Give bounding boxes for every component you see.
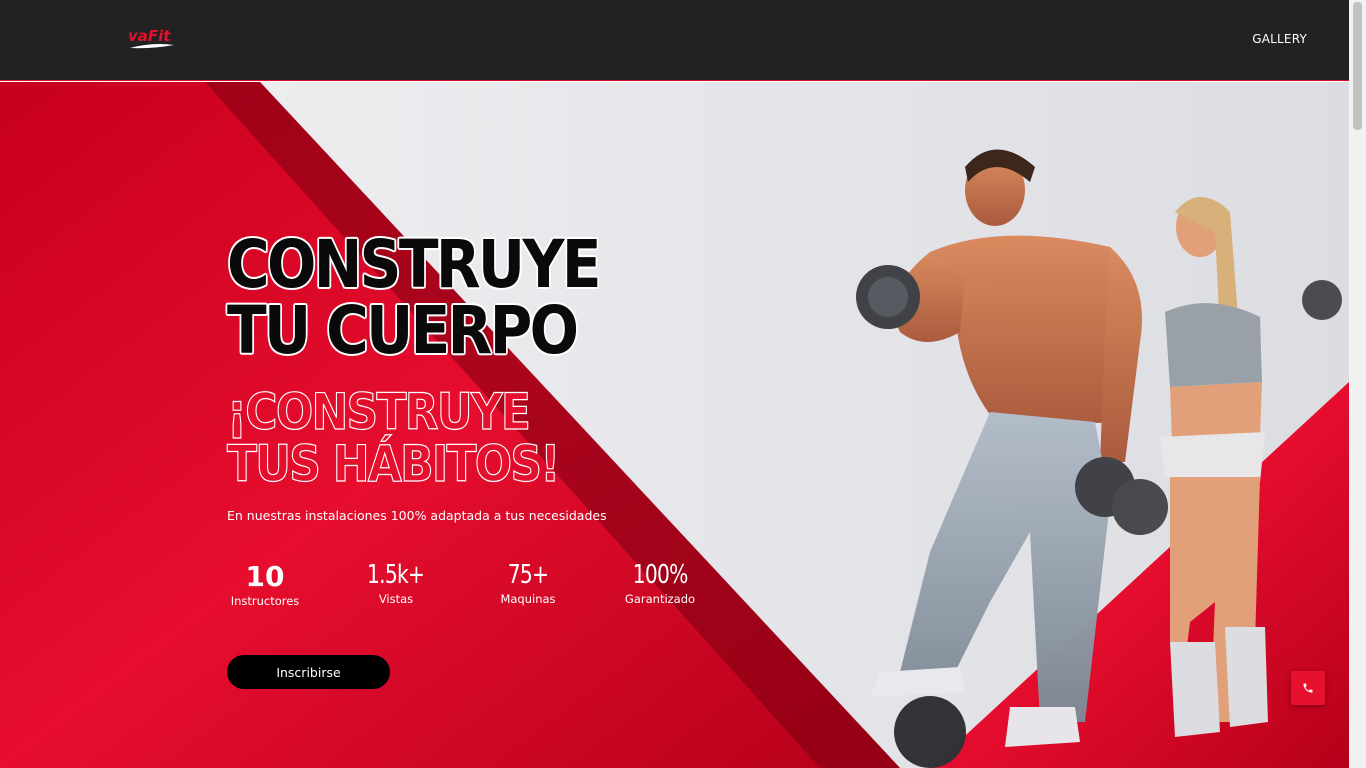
- navbar: vaFit GALLERY: [0, 0, 1349, 81]
- stat-label: Vistas: [378, 592, 414, 606]
- svg-text:vaFit: vaFit: [128, 27, 171, 45]
- stat-instructores: 10 Instructores: [210, 560, 320, 609]
- stat-garantizado: 100% Garantizado: [605, 560, 715, 606]
- stat-label: Garantizado: [624, 592, 696, 606]
- stat-label: Instructores: [230, 594, 300, 608]
- stat-value: 1.5k+: [367, 560, 425, 590]
- inscribirse-button[interactable]: Inscribirse: [227, 655, 390, 689]
- stat-value: 100%: [632, 560, 689, 590]
- vafit-logo[interactable]: vaFit: [126, 24, 178, 52]
- scrollbar-thumb[interactable]: [1353, 2, 1362, 130]
- stat-vistas: 1.5k+ Vistas: [341, 560, 451, 606]
- stat-value: 10: [245, 560, 285, 593]
- stat-label: Maquinas: [500, 592, 556, 606]
- hero-headline: CONSTRUYE TU CUERPO: [227, 226, 602, 369]
- phone-button[interactable]: [1291, 671, 1325, 705]
- hero-subheadline: ¡CONSTRUYE TUS HÁBITOS!: [226, 383, 560, 493]
- hero-content: CONSTRUYE TU CUERPO ¡CONSTRUYE TUS HÁBIT…: [226, 226, 747, 689]
- stats-row: 10 Instructores 1.5k+ Vistas 75+ Maquina…: [227, 560, 747, 622]
- nav-link-gallery[interactable]: GALLERY: [1252, 32, 1307, 46]
- hero-section: CONSTRUYE TU CUERPO ¡CONSTRUYE TUS HÁBIT…: [0, 82, 1349, 768]
- stat-maquinas: 75+ Maquinas: [473, 560, 583, 606]
- page-scrollbar[interactable]: [1349, 0, 1366, 768]
- hero-description: En nuestras instalaciones 100% adaptada …: [227, 508, 607, 523]
- stat-value: 75+: [507, 560, 549, 590]
- phone-icon: [1303, 683, 1313, 693]
